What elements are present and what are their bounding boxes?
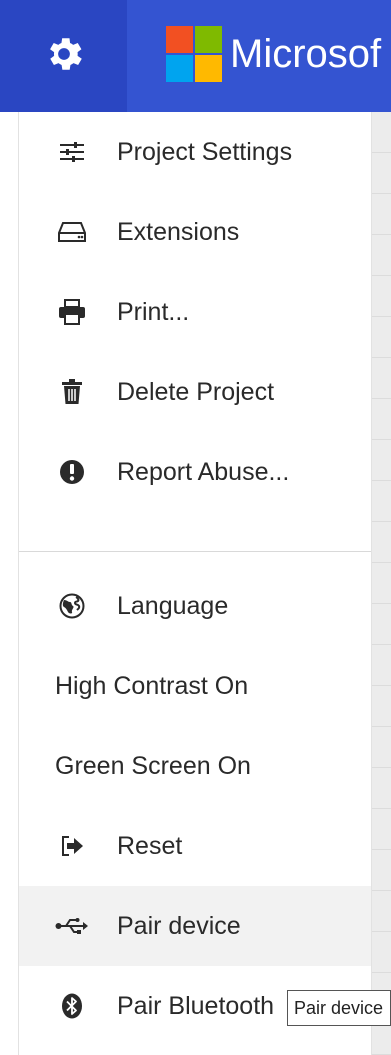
exclamation-icon [53,453,91,491]
settings-button[interactable] [0,0,127,112]
menu-item-high-contrast[interactable]: High Contrast On [19,646,371,726]
globe-icon [53,587,91,625]
gear-icon [42,32,86,81]
printer-icon [53,293,91,331]
menu-item-pair-device[interactable]: Pair device [19,886,371,966]
menu-item-green-screen[interactable]: Green Screen On [19,726,371,806]
microsoft-logo [166,26,222,82]
menu-item-label: Green Screen On [55,751,251,780]
sliders-icon [53,133,91,171]
menu-item-label: Delete Project [117,377,275,406]
menu-item-label: Reset [117,831,183,860]
settings-menu: Project Settings Extensions Print... Del… [18,112,372,1055]
trash-icon [53,373,91,411]
brand-name: Microsof [230,32,382,76]
menu-item-language[interactable]: Language [19,566,371,646]
menu-divider [19,551,371,552]
menu-item-label: Project Settings [117,137,293,166]
menu-item-label: High Contrast On [55,671,249,700]
header-bar: Microsof [0,0,391,112]
menu-item-label: Pair Bluetooth [117,991,275,1020]
app-root: Microsof Project Settings Extensions Pri… [0,0,391,1055]
drive-icon [53,213,91,251]
usb-icon [53,907,91,945]
menu-item-label: Print... [117,297,190,326]
bluetooth-icon [53,987,91,1025]
menu-item-label: Report Abuse... [117,457,290,486]
menu-item-label: Extensions [117,217,240,246]
sign-out-icon [53,827,91,865]
menu-item-label: Pair device [117,911,241,940]
menu-item-report-abuse[interactable]: Report Abuse... [19,432,371,512]
menu-item-extensions[interactable]: Extensions [19,192,371,272]
menu-item-reset[interactable]: Reset [19,806,371,886]
menu-item-label: Language [117,591,229,620]
workspace-background [372,112,391,1055]
menu-item-project-settings[interactable]: Project Settings [19,112,371,192]
menu-item-delete-project[interactable]: Delete Project [19,352,371,432]
tooltip: Pair device [287,990,391,1026]
menu-item-print[interactable]: Print... [19,272,371,352]
